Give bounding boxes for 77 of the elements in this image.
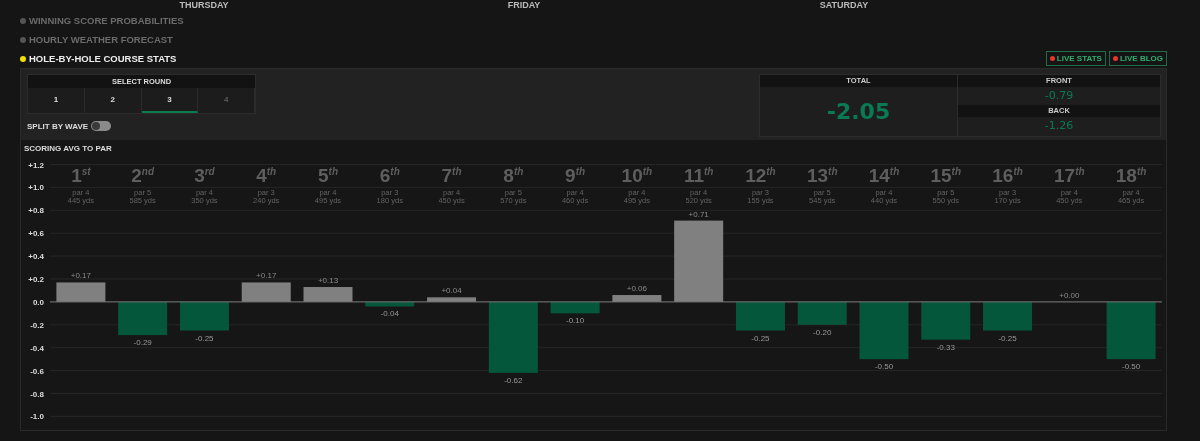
bar — [859, 301, 909, 360]
hole-number: 8$^{th}$ — [503, 166, 524, 186]
live-dot-icon — [1112, 56, 1118, 61]
hole-number: 3$^{rd}$ — [194, 166, 215, 186]
live-dot-icon — [1049, 56, 1055, 61]
hole-number: 6$^{th}$ — [379, 166, 400, 186]
hole-number: 7$^{th}$ — [441, 166, 462, 186]
chart-title: SCORING AVG TO PAR — [23, 144, 113, 155]
axis-label: +1.0 — [28, 183, 44, 193]
section-item[interactable]: HOURLY WEATHER FORECAST — [20, 34, 173, 45]
value-label: +0.13 — [317, 276, 339, 285]
axis-label: -1.0 — [30, 412, 44, 422]
axis-label: -0.6 — [30, 366, 44, 376]
value-label: -0.25 — [195, 333, 214, 343]
value-label: +0.17 — [70, 271, 91, 281]
section-item[interactable]: WINNING SCORE PROBABILITIES — [20, 15, 184, 26]
round-tab[interactable]: 3 — [141, 88, 199, 113]
value-label: -0.20 — [813, 327, 832, 337]
live-link[interactable]: LIVE BLOG — [1108, 51, 1167, 66]
value-label: -0.10 — [566, 316, 585, 326]
day-label: THURSDAY — [179, 0, 229, 11]
day-label: FRIDAY — [507, 0, 541, 11]
bar — [365, 301, 415, 307]
total-value: -2.05 — [825, 98, 892, 126]
hole-number: 18$^{th}$ — [1115, 166, 1147, 186]
value-label: -0.04 — [380, 309, 399, 319]
hole-number: 5$^{th}$ — [317, 166, 338, 186]
axis-label: +1.2 — [28, 160, 44, 170]
round-tab[interactable]: 1 — [28, 88, 85, 113]
value-label: -0.29 — [133, 338, 152, 348]
split-label: SPLIT BY WAVE — [27, 121, 89, 131]
value-label: +0.17 — [256, 271, 277, 281]
value-label: -0.50 — [1122, 362, 1141, 372]
bar — [179, 301, 229, 331]
hole-number: 15$^{th}$ — [930, 166, 962, 186]
front-value: -0.79 — [1043, 88, 1075, 104]
hole-number: 1$^{st}$ — [71, 166, 91, 186]
hole-number: 4$^{th}$ — [256, 166, 277, 186]
axis-label: +0.4 — [28, 252, 44, 262]
hole-number: 9$^{th}$ — [565, 166, 586, 186]
value-label: +0.04 — [441, 286, 462, 296]
value-label: +0.71 — [688, 209, 709, 219]
bar — [983, 301, 1033, 331]
bar — [735, 301, 785, 331]
hole-number: 2$^{nd}$ — [131, 166, 155, 186]
bar — [797, 301, 847, 325]
hole-number: 16$^{th}$ — [992, 166, 1023, 186]
hole-number: 12$^{th}$ — [745, 166, 776, 186]
bar — [488, 301, 538, 373]
hole-number: 13$^{th}$ — [806, 166, 838, 186]
section-item[interactable]: HOLE-BY-HOLE COURSE STATS — [20, 53, 177, 64]
bar — [118, 301, 168, 336]
day-label: SATURDAY — [819, 0, 869, 11]
axis-label: +0.6 — [28, 229, 44, 239]
axis-label: 0.0 — [32, 297, 44, 307]
value-label: +0.00 — [1059, 290, 1080, 300]
hole-number: 17$^{th}$ — [1054, 166, 1085, 186]
axis-label: +0.8 — [28, 206, 44, 216]
live-link[interactable]: LIVE STATS — [1045, 51, 1106, 66]
value-label: -0.62 — [504, 375, 523, 385]
hole-number: 10$^{th}$ — [621, 166, 653, 186]
value-label: +0.06 — [626, 284, 647, 294]
value-label: -0.25 — [751, 333, 770, 343]
value-label: -0.50 — [874, 362, 894, 372]
hole-number: 14$^{th}$ — [868, 166, 900, 186]
hole-number: 11$^{th}$ — [683, 166, 714, 186]
value-label: -0.33 — [936, 342, 955, 352]
back-value: -1.26 — [1043, 118, 1075, 134]
split-toggle[interactable] — [91, 121, 112, 131]
value-label: -0.25 — [998, 333, 1017, 343]
axis-label: +0.2 — [28, 275, 44, 284]
axis-label: -0.4 — [30, 343, 44, 353]
round-tab[interactable]: 2 — [84, 88, 142, 113]
bar — [921, 301, 971, 340]
axis-label: -0.2 — [30, 320, 44, 330]
axis-label: -0.8 — [30, 389, 44, 399]
bar — [1106, 301, 1156, 360]
